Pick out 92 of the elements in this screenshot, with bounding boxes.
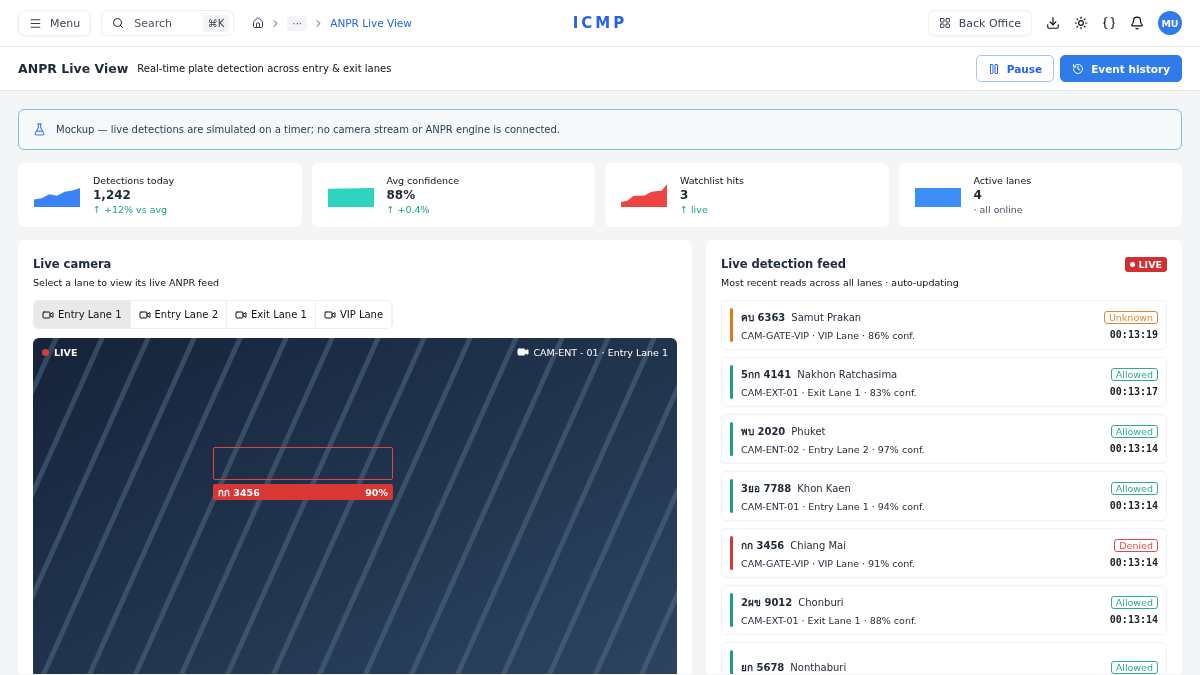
panel-subtitle: Most recent reads across all lanes · auto-updating (721, 277, 959, 288)
status-tag: Allowed (1110, 367, 1158, 381)
search-icon (112, 17, 125, 29)
live-label: LIVE (54, 347, 78, 358)
logo: ICMP (572, 14, 628, 32)
download-icon[interactable] (1046, 16, 1060, 30)
camera-icon (42, 308, 54, 321)
feed-item[interactable]: ยก 5678 Nonthaburi Allowed (721, 642, 1167, 674)
kpi-label: Watchlist hits (680, 175, 744, 186)
status-tag: Unknown (1103, 310, 1158, 324)
kpi-delta: ↑ +12% vs avg (93, 204, 169, 215)
live-dot-icon (42, 349, 49, 356)
kpi-value: 1,242 (93, 188, 132, 202)
detection-meta: CAM-EXT-01 · Exit Lane 1 · 88% conf. (741, 614, 918, 626)
feed-item[interactable]: คบ 6363 Samut Prakan CAM-GATE-VIP · VIP Lane · 86% conf. Unknown 00:13:19 (721, 300, 1167, 350)
status-tag: Allowed (1110, 481, 1158, 495)
detection-meta: CAM-ENT-02 · Entry Lane 2 · 97% conf. (741, 443, 926, 455)
history-icon (1072, 62, 1085, 75)
camera-source: CAM-ENT - 01 · Entry Lane 1 (533, 346, 668, 358)
feed-item[interactable]: พบ 2020 Phuket CAM-ENT-02 · Entry Lane 2 · 97% conf. Allowed 00:13:14 (721, 414, 1167, 464)
plate-number: 5กก 4141 (741, 367, 792, 382)
back-office-button[interactable]: Back Office (927, 10, 1032, 36)
detection-time: 00:13:14 (1109, 499, 1158, 511)
feed-item[interactable]: 5กก 4141 Nakhon Ratchasima CAM-EXT-01 · Exit Lane 1 · 83% conf. Allowed 00:13:17 (721, 357, 1167, 407)
kpi-delta: ↑ +0.4% (386, 204, 431, 215)
kpi-value: 88% (386, 188, 417, 202)
sun-icon[interactable] (1074, 16, 1088, 30)
plate-number: กก 3456 (741, 538, 785, 553)
breadcrumb-link[interactable]: ANPR Live View (330, 17, 412, 29)
plate-number: 3ยอ 7788 (741, 481, 792, 496)
detection-meta: CAM-EXT-01 · Exit Lane 1 · 83% conf. (741, 386, 918, 398)
event-history-button[interactable]: Event history (1060, 55, 1182, 82)
kpi-value: 3 (680, 188, 690, 202)
city-name: Khon Kaen (797, 482, 851, 494)
kpi-value: 4 (973, 188, 983, 202)
grid-icon (938, 17, 951, 29)
city-name: Nakhon Ratchasima (797, 368, 898, 380)
city-name: Samut Prakan (791, 311, 862, 323)
page-title: ANPR Live View (18, 61, 129, 76)
home-icon[interactable] (252, 17, 265, 29)
feed-item[interactable]: กก 3456 Chiang Mai CAM-GATE-VIP · VIP Lane · 91% conf. Denied 00:13:14 (721, 528, 1167, 578)
status-tag: Denied (1114, 538, 1158, 552)
plate-number: คบ 6363 (741, 310, 786, 325)
camera-icon (235, 308, 248, 321)
feed-item[interactable]: 3ยอ 7788 Khon Kaen CAM-ENT-01 · Entry Lane 1 · 94% conf. Allowed 00:13:14 (721, 471, 1167, 521)
detection-meta: CAM-GATE-VIP · VIP Lane · 86% conf. (741, 329, 916, 341)
avatar[interactable]: MU (1158, 11, 1182, 35)
city-name: Nonthaburi (790, 661, 847, 673)
detection-time: 00:13:14 (1109, 556, 1158, 568)
city-name: Chonburi (798, 596, 844, 608)
detection-time: 00:13:19 (1109, 328, 1158, 340)
city-name: Phuket (791, 425, 826, 437)
plate-text: กก 3456 (218, 485, 260, 500)
search-field[interactable]: Search ⌘K (101, 10, 235, 36)
plate-number: 2ผข 9012 (741, 595, 793, 610)
detection-time: 00:13:17 (1109, 385, 1158, 397)
kpi-delta: ↑ live (680, 204, 709, 215)
plate-number: พบ 2020 (741, 424, 786, 439)
shortcut-hint: ⌘K (202, 14, 230, 32)
braces-icon[interactable] (1102, 16, 1116, 30)
live-badge: LIVE (1124, 257, 1167, 272)
page-subtitle: Real-time plate detection across entry & exit lanes (137, 63, 392, 74)
pause-icon (987, 62, 1000, 75)
detection-meta: CAM-GATE-VIP · VIP Lane · 91% conf. (741, 557, 916, 569)
plate-number: ยก 5678 (741, 660, 785, 674)
panel-title: Live detection feed (721, 257, 848, 271)
city-name: Chiang Mai (790, 539, 846, 551)
panel-subtitle: Select a lane to view its live ANPR feed (33, 277, 221, 288)
menu-button[interactable]: Menu (18, 10, 92, 36)
status-tag: Allowed (1110, 660, 1158, 674)
camera-icon (138, 308, 151, 321)
status-tag: Allowed (1110, 424, 1158, 438)
detection-time: 00:13:14 (1109, 613, 1158, 625)
menu-icon (29, 16, 42, 30)
camera-icon (323, 308, 336, 321)
bell-icon[interactable] (1130, 16, 1144, 30)
kpi-label: Active lanes (973, 175, 1032, 186)
feed-item[interactable]: 2ผข 9012 Chonburi CAM-EXT-01 · Exit Lane 1 · 88% conf. Allowed 00:13:14 (721, 585, 1167, 635)
flask-icon (33, 123, 46, 136)
camera-icon (517, 346, 530, 358)
breadcrumb-ellipsis[interactable]: ··· (287, 15, 308, 31)
pause-button[interactable]: Pause (975, 55, 1055, 82)
detection-time: 00:13:14 (1109, 442, 1158, 454)
mockup-banner: Mockup — live detections are simulated on a timer; no camera stream or ANPR engine is connected. (18, 109, 1182, 150)
kpi-delta: · all online (973, 204, 1024, 215)
kpi-label: Avg confidence (386, 175, 460, 186)
detection-meta: CAM-ENT-01 · Entry Lane 1 · 94% conf. (741, 500, 926, 512)
status-tag: Allowed (1110, 595, 1158, 609)
panel-title: Live camera (33, 257, 113, 271)
lane-tab[interactable]: Entry Lane 1 (34, 301, 131, 328)
kpi-label: Detections today (93, 175, 175, 186)
confidence-text: 90% (365, 486, 388, 498)
